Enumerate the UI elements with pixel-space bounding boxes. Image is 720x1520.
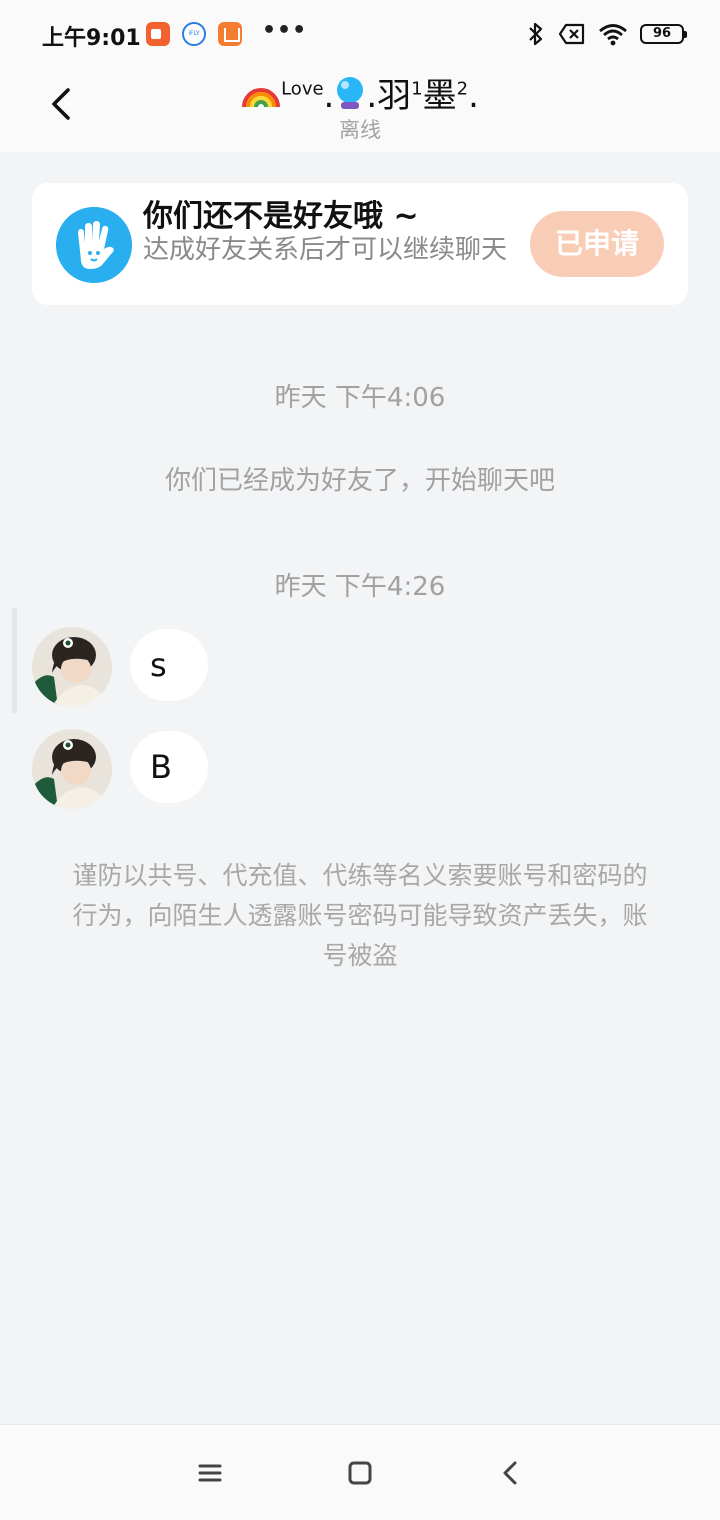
online-status: 离线 [339,118,381,142]
title-dot: . [323,76,335,116]
title-dot: . [366,76,378,116]
contact-avatar[interactable] [32,729,112,809]
contact-name: Love. .羽1墨2. [0,68,720,117]
message-bubble[interactable]: B [130,731,208,803]
title-name-part: 羽 [377,76,412,116]
message-timestamp: 昨天 下午4:26 [274,572,446,602]
battery-indicator: 96 [640,24,687,44]
system-nav-bar [0,1424,720,1520]
menu-icon[interactable] [190,1453,230,1493]
chat-header: Love. .羽1墨2. 离线 [0,66,720,152]
bluetooth-icon [529,22,543,46]
message-bubble[interactable]: s [130,629,208,701]
card-title: 你们还不是好友哦 ~ [143,199,419,234]
rainbow-emoji-icon [242,88,281,108]
status-time: 上午9:01 [42,26,141,51]
more-notifications-icon: ••• [262,18,308,43]
title-superscript: 1 [411,78,423,100]
message-row: s [32,627,432,707]
chat-screen: 上午9:01 iFLY ••• 96 Love. .羽1墨2. 离线 你们还不是… [0,0,720,1520]
not-friends-card: 你们还不是好友哦 ~ 达成好友关系后才可以继续聊天 已申请 [32,183,688,305]
status-bar: 上午9:01 iFLY ••• 96 [0,0,720,66]
title-name-part: 墨 [422,76,457,116]
title-superscript: 2 [456,78,469,100]
card-description: 达成好友关系后才可以继续聊天 [143,235,508,265]
system-message: 你们已经成为好友了，开始聊天吧 [164,466,555,496]
wifi-icon [599,24,627,46]
security-warning: 谨防以共号、代充值、代练等名义索要账号和密码的行为，向陌生人透露账号密码可能导致… [72,861,648,970]
contact-avatar[interactable] [32,627,112,707]
nav-back-icon[interactable] [490,1453,530,1493]
message-timestamp: 昨天 下午4:06 [274,383,446,413]
crystal-ball-emoji-icon [337,77,364,109]
applied-button[interactable]: 已申请 [530,211,664,277]
home-icon[interactable] [340,1453,380,1493]
ifly-app-icon: iFLY [182,22,206,46]
scroll-indicator[interactable] [12,608,17,714]
mi-store-icon [218,22,242,46]
title-dot: . [468,76,479,116]
video-app-icon [146,22,170,46]
no-sim-icon [558,23,585,45]
hand-wave-icon [56,207,132,283]
message-row: B [32,729,432,809]
title-love-text: Love [281,78,324,100]
